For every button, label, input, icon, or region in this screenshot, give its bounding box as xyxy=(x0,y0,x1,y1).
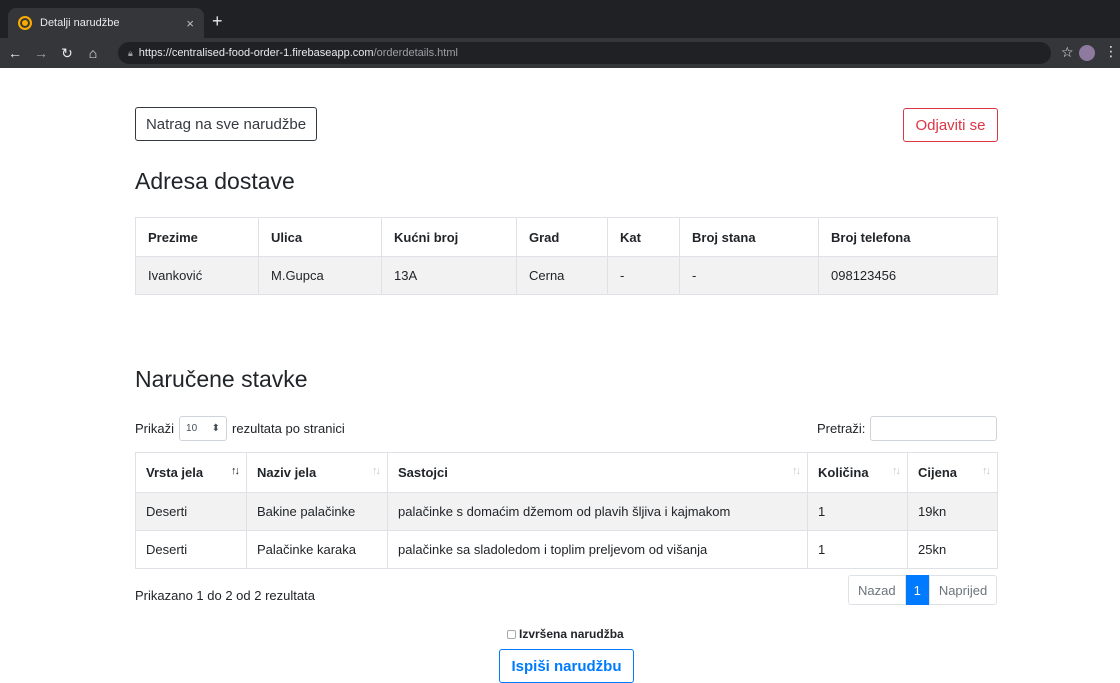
column-header: Grad xyxy=(516,217,608,257)
length-suffix: rezultata po stranici xyxy=(232,421,345,436)
table-header-row: Vrsta jela ↑↓ Naziv jela ↑↓ Sastojci ↑↓ … xyxy=(135,452,998,493)
order-done-control: Izvršena narudžba xyxy=(507,627,624,641)
page-length-select[interactable]: 10 ⬍ xyxy=(179,416,228,441)
tab-close-icon[interactable]: × xyxy=(186,16,194,31)
table-row: Deserti Palačinke karaka palačinke sa sl… xyxy=(135,530,998,569)
sort-asc-icon: ↑↓ xyxy=(231,465,240,477)
page-content: Natrag na sve narudžbe Odjaviti se Adres… xyxy=(0,68,1120,683)
star-icon[interactable]: ☆ xyxy=(1061,44,1074,61)
table-header-row: Prezime Ulica Kućni broj Grad Kat Broj s… xyxy=(135,217,998,257)
sort-icon: ↑↓ xyxy=(982,465,991,477)
sort-header-sastojci[interactable]: Sastojci ↑↓ xyxy=(387,452,808,493)
table-cell: - xyxy=(607,256,680,295)
order-done-checkbox[interactable] xyxy=(507,629,516,639)
table-cell: 25kn xyxy=(907,530,998,569)
pagination-page[interactable]: 1 xyxy=(905,575,929,605)
column-header: Kat xyxy=(607,217,680,257)
column-header: Ulica xyxy=(258,217,382,257)
column-header: Kućni broj xyxy=(381,217,517,257)
print-order-button[interactable]: Ispiši narudžbu xyxy=(499,649,634,683)
table-search: Pretraži: xyxy=(817,416,998,441)
table-cell: Deserti xyxy=(135,492,247,531)
table-cell: M.Gupca xyxy=(258,256,382,295)
logout-button[interactable]: Odjaviti se xyxy=(903,108,998,142)
table-cell: Palačinke karaka xyxy=(246,530,388,569)
table-cell: Ivanković xyxy=(135,256,259,295)
sort-header-naziv[interactable]: Naziv jela ↑↓ xyxy=(246,452,388,493)
pagination: Nazad 1 Naprijed xyxy=(848,575,998,605)
table-cell: 19kn xyxy=(907,492,998,531)
lock-icon: 🔒︎ xyxy=(128,47,133,58)
column-header-label: Vrsta jela xyxy=(146,465,204,480)
tab-title: Detalji narudžbe xyxy=(40,17,120,29)
table-info: Prikazano 1 do 2 od 2 rezultata xyxy=(135,588,315,603)
order-done-label[interactable]: Izvršena narudžba xyxy=(519,627,624,641)
column-header-label: Cijena xyxy=(918,465,958,480)
select-arrows-icon: ⬍ xyxy=(211,423,221,434)
table-cell: palačinke sa sladoledom i toplim preljev… xyxy=(387,530,808,569)
address-title: Adresa dostave xyxy=(135,168,295,194)
sort-icon: ↑↓ xyxy=(372,465,381,477)
items-title: Naručene stavke xyxy=(135,366,308,392)
table-row: Ivanković M.Gupca 13A Cerna - - 09812345… xyxy=(135,256,998,295)
column-header: Broj stana xyxy=(679,217,819,257)
column-header-label: Sastojci xyxy=(398,465,448,480)
column-header-label: Količina xyxy=(818,465,869,480)
reload-icon[interactable]: ↻ xyxy=(56,45,78,62)
pagination-next[interactable]: Naprijed xyxy=(928,575,998,605)
page-length-value: 10 xyxy=(186,423,198,434)
column-header: Broj telefona xyxy=(818,217,998,257)
sort-icon: ↑↓ xyxy=(892,465,901,477)
browser-tab[interactable]: Detalji narudžbe × xyxy=(8,8,204,38)
sort-header-kolicina[interactable]: Količina ↑↓ xyxy=(807,452,908,493)
sort-header-cijena[interactable]: Cijena ↑↓ xyxy=(907,452,998,493)
back-to-orders-button[interactable]: Natrag na sve narudžbe xyxy=(135,107,317,141)
search-label: Pretraži: xyxy=(817,421,866,436)
back-icon[interactable]: ← xyxy=(4,45,26,61)
browser-toolbar: ← → ↻ ⌂ 🔒︎ https://centralised-food-orde… xyxy=(0,38,1120,68)
page-length-control: Prikaži 10 ⬍ rezultata po stranici xyxy=(135,416,345,441)
favicon-icon xyxy=(18,16,32,30)
table-cell: 13A xyxy=(381,256,517,295)
search-input[interactable] xyxy=(870,416,998,441)
forward-icon[interactable]: → xyxy=(30,45,52,61)
sort-header-vrsta[interactable]: Vrsta jela ↑↓ xyxy=(135,452,247,493)
table-cell: Bakine palačinke xyxy=(246,492,388,531)
home-icon[interactable]: ⌂ xyxy=(82,45,104,61)
table-cell: 1 xyxy=(807,492,908,531)
avatar[interactable] xyxy=(1079,45,1095,61)
pagination-prev[interactable]: Nazad xyxy=(848,575,906,605)
url-path: /orderdetails.html xyxy=(373,47,458,59)
column-header-label: Naziv jela xyxy=(257,465,317,480)
table-cell: 1 xyxy=(807,530,908,569)
sort-icon: ↑↓ xyxy=(792,465,801,477)
table-cell: 098123456 xyxy=(818,256,998,295)
address-table: Prezime Ulica Kućni broj Grad Kat Broj s… xyxy=(135,217,998,295)
table-cell: Cerna xyxy=(516,256,608,295)
table-cell: - xyxy=(679,256,819,295)
column-header: Prezime xyxy=(135,217,259,257)
browser-tabstrip: Detalji narudžbe × + xyxy=(0,0,1120,38)
menu-icon[interactable]: ⋮ xyxy=(1104,43,1118,60)
table-cell: palačinke s domaćim džemom od plavih šlj… xyxy=(387,492,808,531)
new-tab-icon[interactable]: + xyxy=(212,9,223,33)
table-cell: Deserti xyxy=(135,530,247,569)
length-prefix: Prikaži xyxy=(135,421,175,436)
table-row: Deserti Bakine palačinke palačinke s dom… xyxy=(135,492,998,531)
items-table: Vrsta jela ↑↓ Naziv jela ↑↓ Sastojci ↑↓ … xyxy=(135,452,998,569)
url-host: https://centralised-food-order-1.firebas… xyxy=(138,47,374,59)
address-bar[interactable]: 🔒︎ https://centralised-food-order-1.fire… xyxy=(118,42,1051,64)
